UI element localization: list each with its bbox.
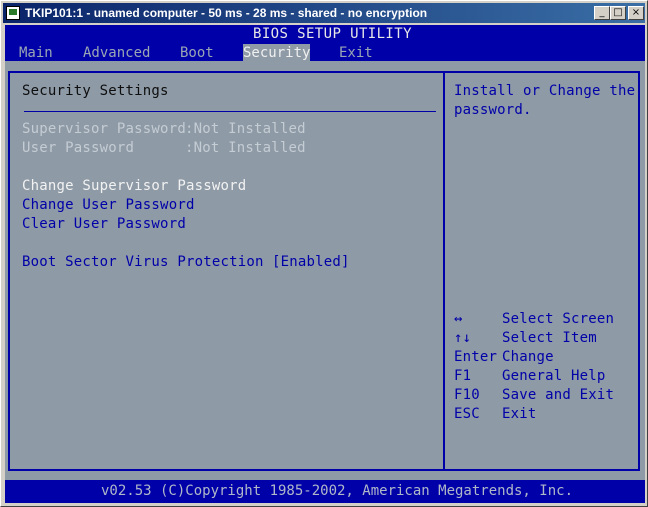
bios-title: BIOS SETUP UTILITY: [253, 26, 412, 42]
section-rule: [24, 111, 436, 112]
section-title: Security Settings: [22, 83, 169, 99]
supervisor-password-label: Supervisor Password: [22, 121, 186, 137]
close-button[interactable]: ×: [628, 6, 644, 20]
left-right-arrow-icon: ↔: [454, 311, 463, 327]
key-help-select-item: Select Item: [502, 330, 597, 346]
bios-header: BIOS SETUP UTILITY Main Advanced Boot Se…: [5, 25, 645, 62]
key-help-change: Change: [502, 349, 554, 365]
change-user-password-item[interactable]: Change User Password: [22, 197, 195, 214]
key-f10: F10: [454, 387, 480, 403]
menu-tab-advanced[interactable]: Advanced: [83, 44, 150, 62]
key-f1: F1: [454, 368, 472, 384]
user-password-status: :Not Installed: [185, 140, 306, 156]
key-esc: ESC: [454, 406, 480, 422]
app-monitor-icon: [6, 6, 20, 20]
user-password-label: User Password: [22, 140, 135, 156]
menu-tab-exit[interactable]: Exit: [339, 44, 373, 62]
key-enter: Enter: [454, 349, 498, 365]
window-title-bar[interactable]: TKIP101:1 - unamed computer - 50 ms - 28…: [3, 3, 645, 23]
up-down-arrow-icon: ↑↓: [454, 330, 472, 346]
change-supervisor-password-item[interactable]: Change Supervisor Password: [22, 178, 246, 195]
window-title: TKIP101:1 - unamed computer - 50 ms - 28…: [25, 6, 428, 20]
menu-tab-boot[interactable]: Boot: [180, 44, 214, 62]
boot-sector-virus-protection-value[interactable]: [Enabled]: [272, 254, 350, 271]
menu-tab-main[interactable]: Main: [19, 44, 53, 62]
supervisor-password-status: :Not Installed: [185, 121, 306, 137]
settings-panel: Security Settings Supervisor Password :N…: [8, 71, 640, 471]
help-text-line-1: Install or Change the: [454, 83, 636, 99]
menu-tab-security[interactable]: Security: [243, 44, 311, 62]
key-help-select-screen: Select Screen: [502, 311, 615, 327]
remote-desktop-window: TKIP101:1 - unamed computer - 50 ms - 28…: [0, 0, 648, 507]
panel-divider: [443, 73, 445, 469]
key-help-save-and-exit: Save and Exit: [502, 387, 615, 403]
key-help-exit: Exit: [502, 406, 537, 422]
help-text-line-2: password.: [454, 102, 532, 118]
clear-user-password-item[interactable]: Clear User Password: [22, 216, 186, 233]
minimize-button[interactable]: _: [594, 6, 610, 20]
copyright-text: v02.53 (C)Copyright 1985-2002, American …: [101, 483, 574, 499]
key-help-general-help: General Help: [502, 368, 606, 384]
bios-footer: v02.53 (C)Copyright 1985-2002, American …: [5, 480, 645, 503]
boot-sector-virus-protection-label[interactable]: Boot Sector Virus Protection: [22, 254, 264, 271]
maximize-button[interactable]: □: [610, 6, 626, 20]
bios-screen: BIOS SETUP UTILITY Main Advanced Boot Se…: [5, 25, 645, 503]
